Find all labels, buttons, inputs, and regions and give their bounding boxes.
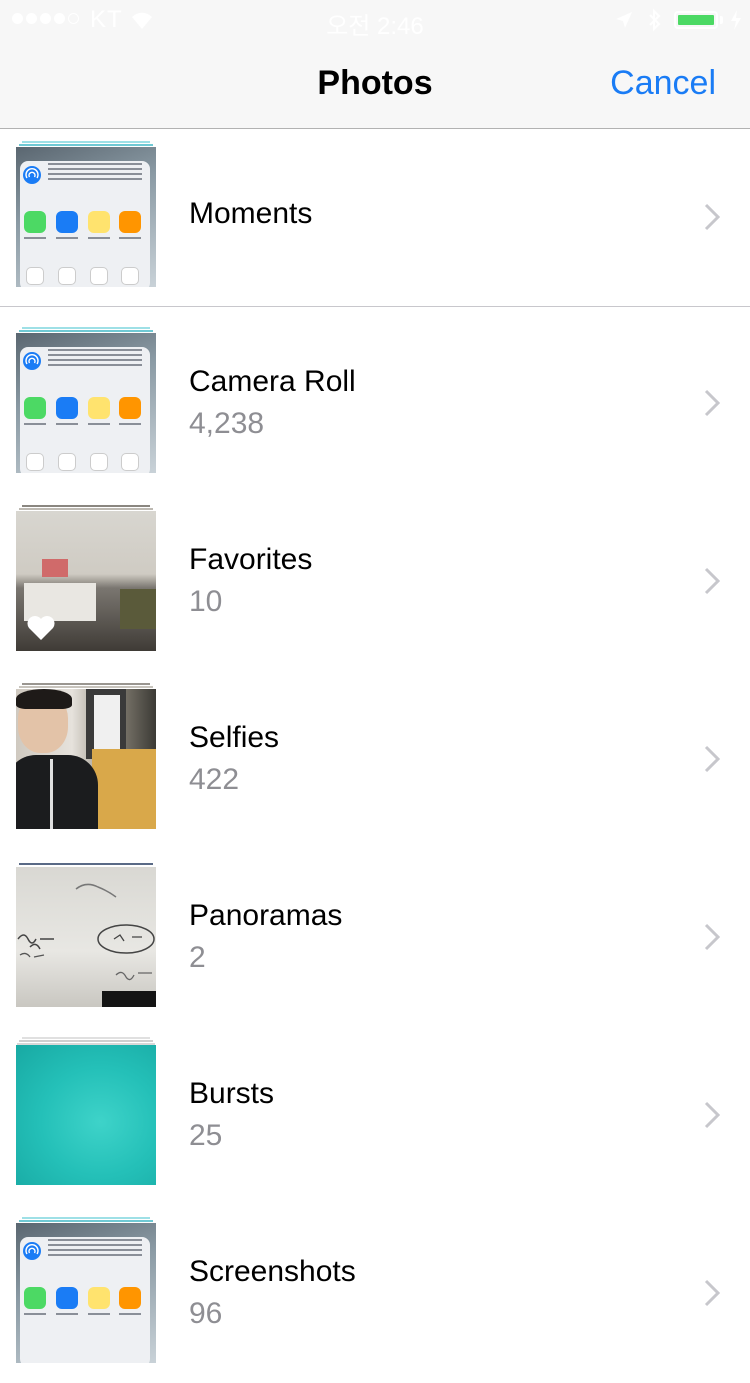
chevron-right-icon bbox=[704, 389, 720, 417]
album-name: Selfies bbox=[189, 721, 280, 754]
album-name: Panoramas bbox=[189, 899, 343, 932]
album-name: Screenshots bbox=[189, 1255, 356, 1288]
album-row-camera-roll[interactable]: Camera Roll 4,238 bbox=[0, 315, 750, 493]
album-row-panoramas[interactable]: Panoramas 2 bbox=[0, 849, 750, 1027]
album-row-screenshots[interactable]: Screenshots 96 bbox=[0, 1205, 750, 1383]
album-thumbnail bbox=[16, 1213, 156, 1363]
album-name: Bursts bbox=[189, 1077, 275, 1110]
chevron-right-icon bbox=[704, 745, 720, 773]
album-name: Camera Roll bbox=[189, 365, 356, 398]
status-time: 오전 2:46 bbox=[326, 13, 424, 40]
battery-cap bbox=[720, 16, 723, 24]
album-count: 96 bbox=[189, 1297, 223, 1330]
album-row-selfies[interactable]: Selfies 422 bbox=[0, 671, 750, 849]
album-row-bursts[interactable]: Bursts 25 bbox=[0, 1027, 750, 1205]
album-count: 4,238 bbox=[189, 407, 265, 440]
album-count: 10 bbox=[189, 585, 223, 618]
album-count: 2 bbox=[189, 941, 206, 974]
chevron-right-icon bbox=[704, 567, 720, 595]
album-thumbnail bbox=[16, 857, 156, 1007]
album-thumbnail bbox=[16, 137, 156, 287]
album-thumbnail bbox=[16, 1035, 156, 1185]
album-row-moments[interactable]: Moments bbox=[0, 129, 750, 307]
album-count: 25 bbox=[189, 1119, 223, 1152]
status-bar: KT 오전 2:46 bbox=[0, 0, 750, 40]
album-name: Moments bbox=[189, 197, 313, 230]
chevron-right-icon bbox=[704, 1101, 720, 1129]
heart-icon bbox=[27, 616, 55, 640]
charging-icon bbox=[731, 10, 741, 30]
cancel-button[interactable]: Cancel bbox=[610, 64, 716, 103]
chevron-right-icon bbox=[704, 203, 720, 231]
bluetooth-icon bbox=[649, 8, 661, 32]
location-arrow-icon bbox=[616, 12, 632, 28]
chevron-right-icon bbox=[704, 1279, 720, 1307]
album-thumbnail bbox=[16, 501, 156, 651]
album-thumbnail bbox=[16, 323, 156, 473]
battery-icon bbox=[674, 11, 718, 29]
album-name: Favorites bbox=[189, 543, 313, 576]
chevron-right-icon bbox=[704, 923, 720, 951]
album-count: 422 bbox=[189, 763, 240, 796]
album-row-favorites[interactable]: Favorites 10 bbox=[0, 493, 750, 671]
album-thumbnail bbox=[16, 679, 156, 829]
divider bbox=[0, 306, 750, 307]
navigation-bar: Photos Cancel bbox=[0, 40, 750, 129]
